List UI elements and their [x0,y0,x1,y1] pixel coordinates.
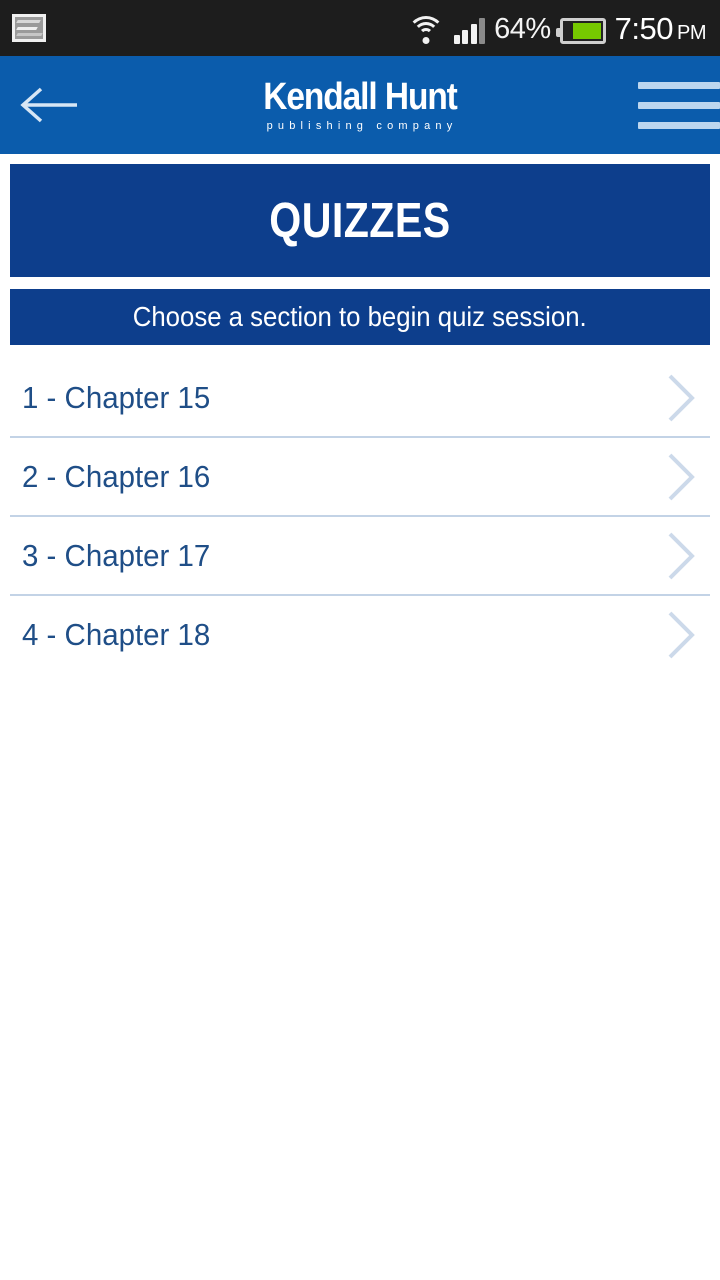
list-item-label: 4 - Chapter 18 [22,616,211,652]
brand-tagline: publishing company [266,120,458,132]
back-button[interactable] [0,56,96,154]
chevron-right-icon [664,372,698,424]
list-item[interactable]: 4 - Chapter 18 [0,596,720,673]
list-item[interactable]: 3 - Chapter 17 [0,517,720,594]
hamburger-menu-icon[interactable] [630,56,720,154]
clock-time: 7:50 [614,10,674,46]
page-title-banner: QUIZZES [10,164,710,277]
battery-icon [555,17,606,44]
chevron-right-icon [664,451,698,503]
list-item-label: 3 - Chapter 17 [22,537,211,573]
brand-logo: Kendall Hunt publishing company [250,78,470,132]
list-item-label: 2 - Chapter 16 [22,458,211,494]
back-arrow-icon [20,87,77,123]
app-header: Kendall Hunt publishing company [0,56,720,154]
clock-ampm: PM [677,21,707,44]
chevron-right-icon [664,530,698,582]
status-bar-left [12,14,46,42]
list-item[interactable]: 2 - Chapter 16 [0,438,720,515]
instruction-banner: Choose a section to begin quiz session. [10,289,710,345]
chevron-right-icon [664,609,698,661]
page-title: QUIZZES [269,193,451,248]
status-bar-right: 64% 7:50 PM [406,10,707,46]
cellular-signal-icon [453,16,486,44]
status-bar-clock: 7:50 PM [614,10,707,46]
section-list: 1 - Chapter 15 2 - Chapter 16 3 - Chapter … [0,359,720,673]
wifi-icon [406,14,445,44]
battery-percent-label: 64% [494,12,551,45]
status-bar: 64% 7:50 PM [0,0,720,56]
list-item[interactable]: 1 - Chapter 15 [0,359,720,436]
instruction-text: Choose a section to begin quiz session. [133,301,587,332]
brand-name: Kendall Hunt [263,76,458,118]
screenshot-image-icon [12,14,46,42]
list-item-label: 1 - Chapter 15 [22,379,211,415]
